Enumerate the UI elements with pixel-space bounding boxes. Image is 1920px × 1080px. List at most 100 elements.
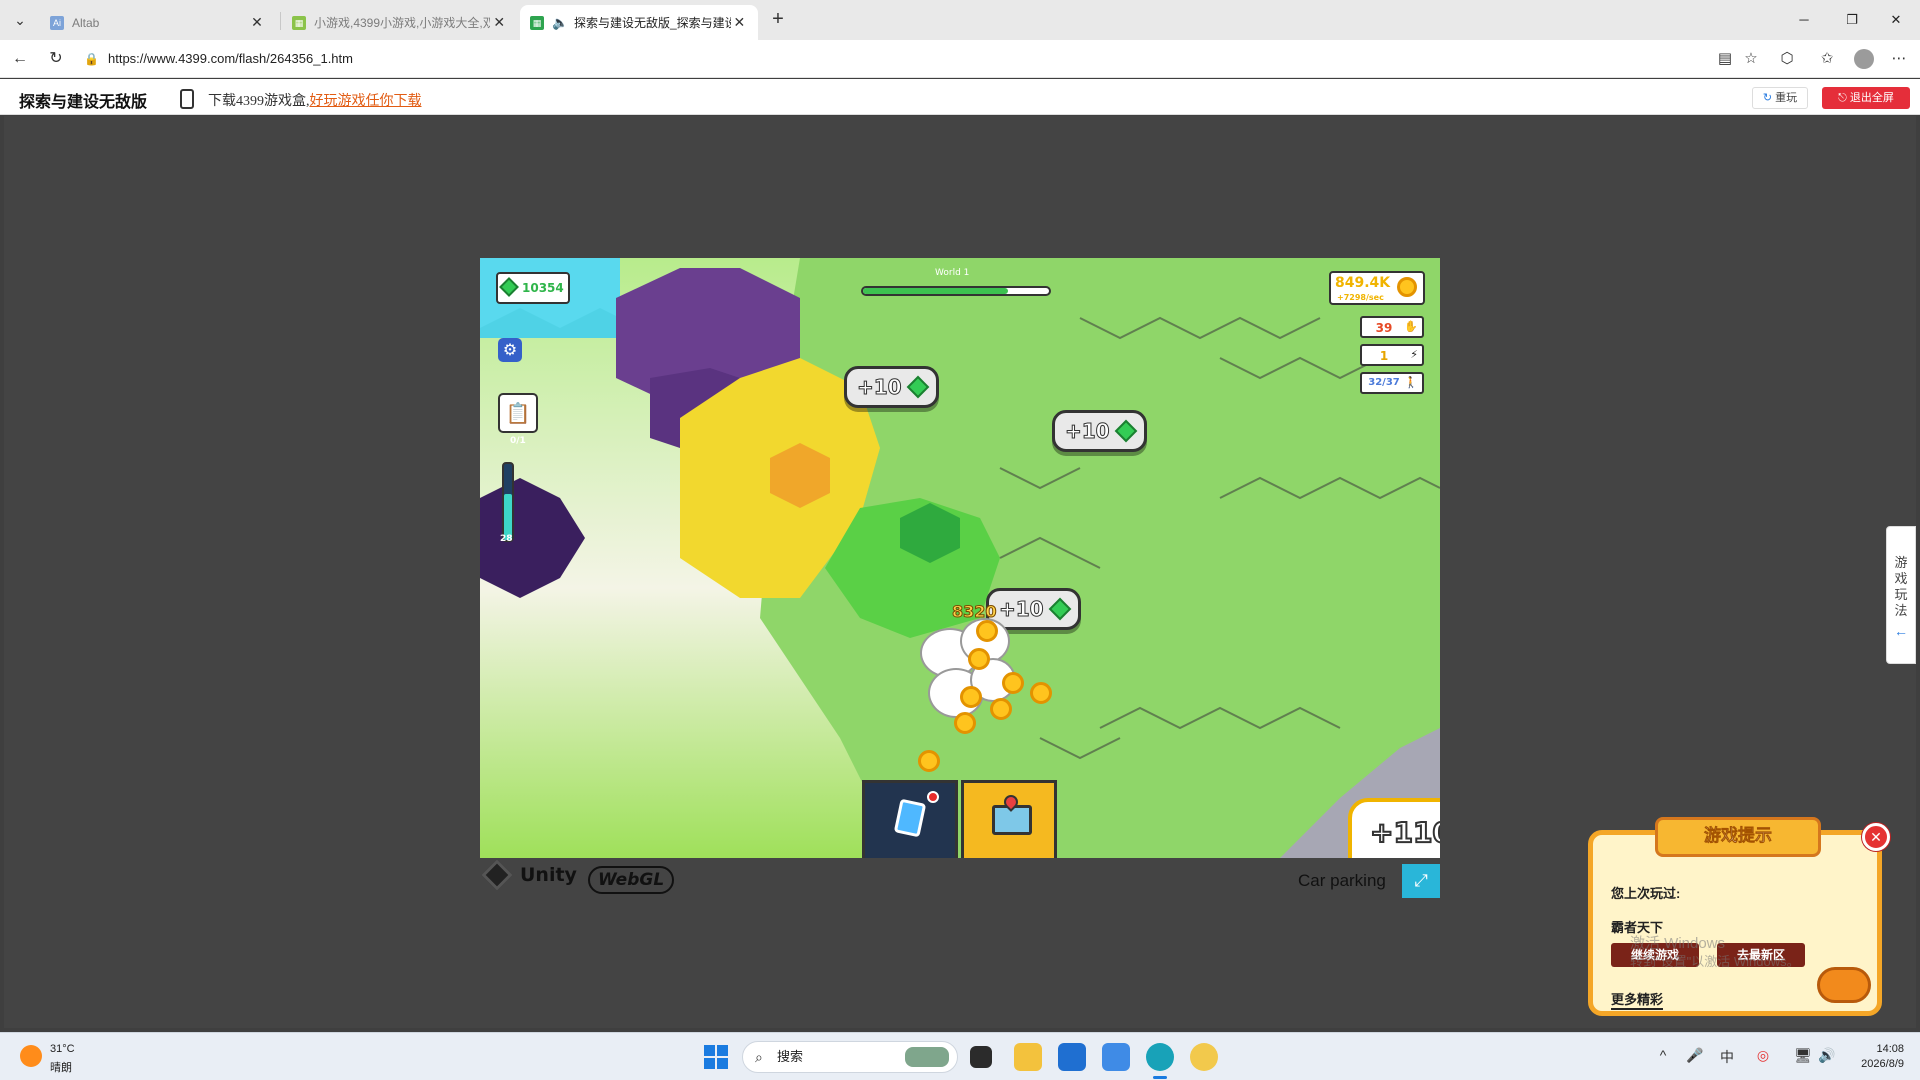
bonus-label: +10: [1065, 419, 1111, 444]
big-bonus-button[interactable]: +110: [1348, 798, 1440, 858]
map-button[interactable]: [961, 780, 1057, 858]
task-view-icon[interactable]: [970, 1046, 992, 1068]
close-icon[interactable]: ✕: [731, 14, 748, 31]
coin-icon[interactable]: [990, 698, 1012, 720]
stat-yellow: 1 ⚡: [1360, 344, 1424, 366]
hand-icon: ✋: [1404, 320, 1418, 333]
minimize-icon[interactable]: ─: [1784, 8, 1824, 32]
gem-counter: 10354: [496, 272, 570, 304]
stat-blue: 32/37 🚶: [1360, 372, 1424, 394]
game-canvas[interactable]: 10354 World 1 849.4K +7298/sec 39 ✋ 1 ⚡ …: [480, 258, 1440, 858]
world-progress-bar: [861, 286, 1051, 296]
coin-icon[interactable]: [976, 620, 998, 642]
speaker-icon[interactable]: 🔈: [552, 15, 568, 31]
game-name: Car parking: [1298, 871, 1386, 890]
game-box-icon[interactable]: [1190, 1043, 1218, 1071]
watermark-line2: 转到"设置"以激活 Windows。: [1630, 954, 1800, 969]
file-explorer-icon[interactable]: [1014, 1043, 1042, 1071]
gem-bonus-button[interactable]: +10: [844, 366, 939, 408]
input-method-icon[interactable]: 中: [1716, 1047, 1738, 1067]
tray-overflow-icon[interactable]: ^: [1652, 1047, 1674, 1063]
bonus-label: +10: [999, 597, 1045, 622]
site-header: 探索与建设无敌版 下载4399游戏盒,好玩游戏任你下载: [0, 79, 1920, 115]
edge-browser-icon[interactable]: [1146, 1043, 1174, 1071]
notification-dot: [927, 791, 939, 803]
favorite-star-icon[interactable]: ☆: [1738, 47, 1764, 71]
coin-icon[interactable]: [960, 686, 982, 708]
watermark-line1: 激活 Windows: [1630, 935, 1726, 952]
new-tab-icon[interactable]: +: [766, 8, 790, 32]
phone-icon: [180, 89, 194, 109]
close-icon[interactable]: ✕: [490, 14, 508, 31]
4399-icon: ▦: [292, 15, 306, 30]
back-icon[interactable]: ←: [8, 47, 32, 71]
coin-icon[interactable]: [1030, 682, 1052, 704]
bonus-label: +10: [857, 375, 903, 400]
big-bonus-label: +110: [1369, 815, 1440, 850]
restore-icon[interactable]: ❐: [1832, 8, 1872, 32]
coin-icon[interactable]: [918, 750, 940, 772]
last-played-label: 您上次玩过:: [1611, 886, 1681, 901]
profile-avatar[interactable]: [1854, 49, 1874, 69]
more-menu-icon[interactable]: ⋯: [1886, 47, 1912, 71]
how-to-play-tab[interactable]: 游戏玩法 ←: [1886, 526, 1916, 664]
stat-yellow-value: 1: [1379, 349, 1389, 363]
cards-button[interactable]: [862, 780, 958, 858]
address-bar-row: ← ↻ 🔒 https://www.4399.com/flash/264356_…: [0, 40, 1920, 95]
gem-value: 10354: [522, 281, 564, 295]
hex-map[interactable]: [480, 258, 1440, 858]
coin-icon[interactable]: [1002, 672, 1024, 694]
tab-game-active[interactable]: ▦ 🔈 探索与建设无敌版_探索与建设 ✕: [520, 5, 758, 40]
sun-icon[interactable]: [20, 1045, 42, 1067]
exit-fullscreen-button[interactable]: ⎋ 退出全屏: [1822, 87, 1910, 109]
favorites-icon[interactable]: ✩: [1814, 47, 1840, 71]
stat-red: 39 ✋: [1360, 316, 1424, 338]
tab-title: Altab: [72, 15, 100, 30]
gem-icon: [1048, 597, 1071, 621]
arrow-left-icon: ←: [1894, 623, 1908, 639]
taskbar-search[interactable]: ⌕ 搜索: [742, 1041, 958, 1073]
volume-icon[interactable]: 🔊: [1816, 1047, 1838, 1064]
store-icon[interactable]: [1058, 1043, 1086, 1071]
close-icon[interactable]: ✕: [248, 14, 266, 31]
tab-altab[interactable]: Ai Altab ✕: [40, 5, 276, 40]
reload-icon[interactable]: ↻: [44, 47, 68, 71]
promo-link[interactable]: 好玩游戏任你下载: [310, 94, 422, 109]
unity-logo: Unity: [481, 859, 577, 891]
url-text: https://www.4399.com/flash/264356_1.htm: [108, 51, 353, 66]
tab-4399-home[interactable]: ▦ 小游戏,4399小游戏,小游戏大全,双 ✕: [282, 5, 518, 40]
url-input[interactable]: 🔒 https://www.4399.com/flash/264356_1.ht…: [76, 45, 1696, 73]
security-app-icon[interactable]: ◎: [1752, 1047, 1774, 1064]
taskbar-clock[interactable]: 14:08 2026/8/9: [1840, 1042, 1904, 1072]
tab-list-dropdown-icon[interactable]: ⌄: [8, 8, 32, 32]
network-icon[interactable]: 🖥: [1792, 1047, 1814, 1064]
weather-temperature[interactable]: 31°C: [50, 1043, 75, 1055]
download-promo[interactable]: 下载4399游戏盒,好玩游戏任你下载: [208, 90, 422, 110]
webgl-logo: WebGL: [588, 866, 675, 894]
replay-button[interactable]: ↻ 重玩: [1752, 87, 1808, 109]
windows-start-icon[interactable]: [704, 1045, 728, 1069]
gamepad-icon: [1817, 967, 1871, 1003]
weather-description[interactable]: 晴朗: [50, 1059, 72, 1075]
replay-label: 重玩: [1775, 92, 1798, 104]
coin-icon[interactable]: [968, 648, 990, 670]
quest-clipboard-icon[interactable]: 📋: [498, 393, 538, 433]
more-link[interactable]: 更多精彩: [1611, 989, 1664, 1010]
cloud-value: 8320: [952, 602, 998, 622]
coin-icon[interactable]: [954, 712, 976, 734]
close-icon[interactable]: ✕: [1862, 823, 1890, 851]
search-icon: ⌕: [755, 1049, 763, 1065]
card-icon: [893, 798, 927, 838]
extensions-icon[interactable]: ⬡: [1774, 47, 1800, 71]
fullscreen-icon[interactable]: ⤢: [1402, 864, 1440, 898]
reading-view-icon[interactable]: ▤: [1712, 47, 1738, 71]
window-close-icon[interactable]: ✕: [1876, 8, 1916, 32]
coin-counter: 849.4K +7298/sec: [1329, 271, 1425, 305]
whiteboard-icon[interactable]: [1102, 1043, 1130, 1071]
gem-bonus-button[interactable]: +10: [1052, 410, 1147, 452]
last-game-name[interactable]: 霸者天下: [1611, 917, 1663, 936]
microphone-icon[interactable]: 🎤: [1684, 1047, 1706, 1064]
settings-gear-icon[interactable]: ⚙: [498, 338, 522, 362]
active-app-indicator: [1153, 1076, 1167, 1079]
tab-title: 探索与建设无敌版_探索与建设: [574, 16, 731, 30]
